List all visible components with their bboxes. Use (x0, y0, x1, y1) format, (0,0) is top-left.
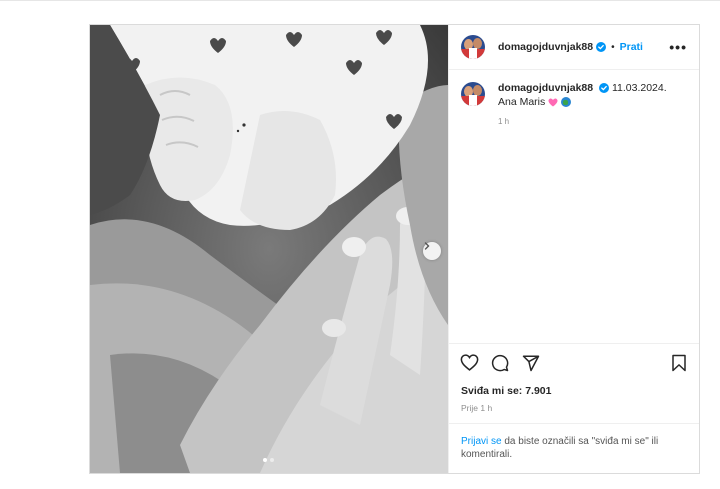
pink-heart-emoji-icon (548, 97, 558, 106)
username-link[interactable]: domagojduvnjak88 (498, 41, 593, 53)
carousel-dot (270, 458, 274, 462)
like-button[interactable] (459, 353, 479, 373)
login-prompt: Prijavi se da biste označili sa "sviđa m… (449, 423, 699, 473)
carousel-next-button[interactable] (423, 242, 441, 260)
post-card: domagojduvnjak88 • Prati ••• domagojduvn… (89, 24, 700, 474)
bookmark-icon (672, 354, 686, 371)
avatar[interactable] (461, 35, 485, 59)
baby-hands-photo (90, 25, 448, 473)
caption: domagojduvnjak88 11.03.2024. Ana Maris 1… (449, 70, 699, 343)
post-sidebar: domagojduvnjak88 • Prati ••• domagojduvn… (448, 25, 699, 473)
login-link[interactable]: Prijavi se (461, 436, 502, 447)
carousel-indicator (263, 458, 274, 462)
top-divider (0, 0, 720, 1)
caption-text: Ana Maris (498, 96, 546, 108)
separator-dot: • (611, 41, 615, 53)
like-count[interactable]: Sviđa mi se: 7.901 (449, 381, 699, 397)
comment-icon (491, 354, 509, 371)
comment-button[interactable] (490, 353, 510, 373)
caption-avatar[interactable] (461, 82, 485, 106)
chevron-right-icon (424, 242, 430, 250)
follow-button[interactable]: Prati (620, 41, 643, 53)
verified-badge-icon (596, 42, 607, 52)
heart-icon (460, 354, 478, 371)
globe-emoji-icon (561, 97, 572, 107)
save-button[interactable] (669, 353, 689, 373)
more-options-button[interactable]: ••• (669, 40, 687, 54)
caption-time: 1 h (498, 117, 510, 126)
caption-username[interactable]: domagojduvnjak88 (498, 82, 593, 94)
share-icon (522, 355, 540, 371)
caption-date: 11.03.2024. (611, 82, 667, 94)
action-bar (449, 343, 699, 381)
post-header: domagojduvnjak88 • Prati ••• (449, 25, 699, 70)
carousel-dot-active (263, 458, 267, 462)
post-photo (90, 25, 448, 473)
post-timestamp[interactable]: Prije 1 h (449, 397, 699, 423)
verified-badge-icon (599, 83, 610, 94)
share-button[interactable] (521, 353, 541, 373)
